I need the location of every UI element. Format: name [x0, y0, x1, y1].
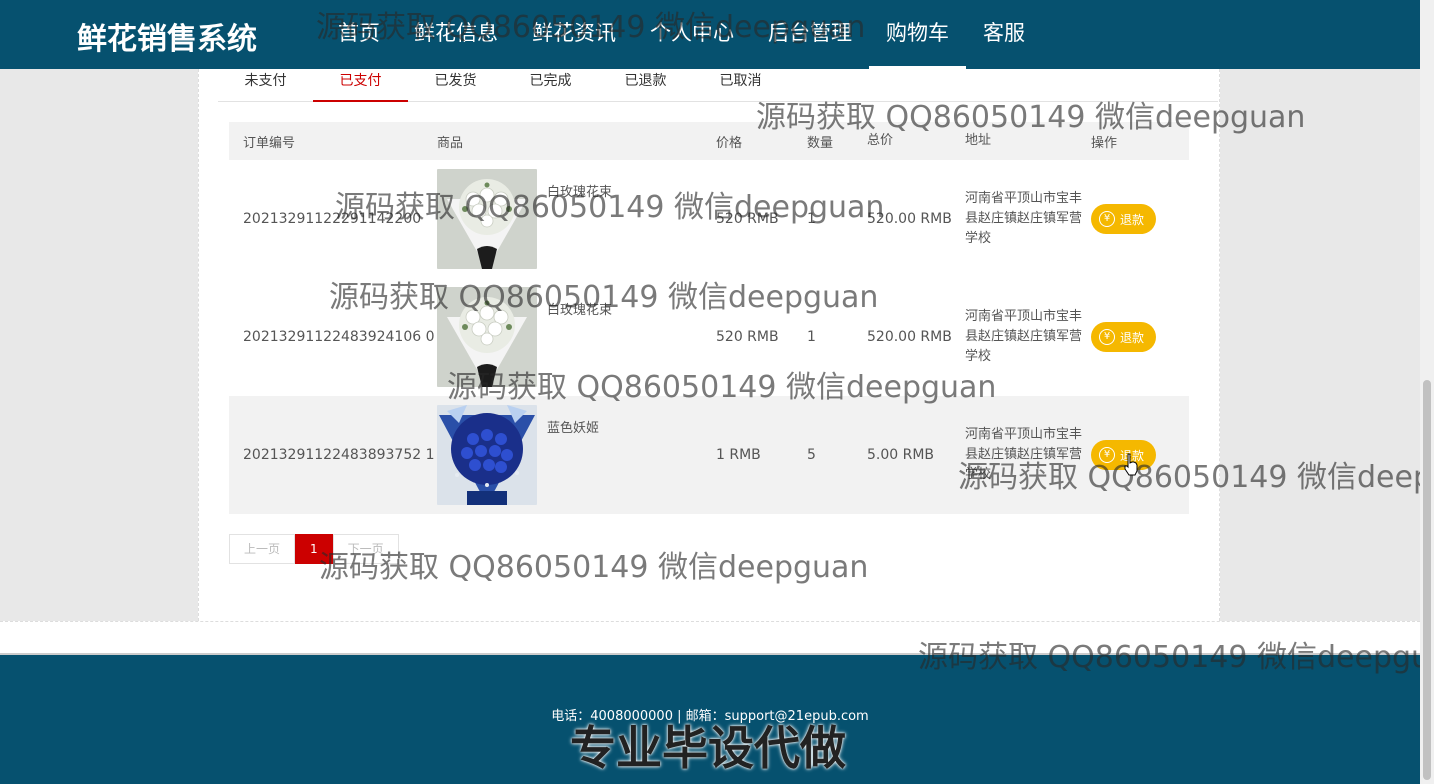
total-price: 520.00 RMB [867, 329, 952, 345]
price: 520 RMB [716, 329, 779, 345]
product-cell: 白玫瑰花束 [437, 169, 716, 269]
nav-service[interactable]: 客服 [966, 0, 1042, 69]
scrollbar-thumb[interactable] [1423, 380, 1431, 780]
tab-completed[interactable]: 已完成 [503, 69, 598, 101]
product-cell: 蓝色妖姬 [437, 405, 716, 505]
yen-icon: ¥ [1099, 211, 1115, 227]
order-number: 20213291122483893752 1 [243, 447, 435, 463]
price: 1 RMB [716, 447, 761, 463]
top-nav-bar: 鲜花销售系统 首页 鲜花信息 鲜花资讯 个人中心 后台管理 购物车 客服 [0, 0, 1420, 69]
page-scrollbar[interactable] [1420, 0, 1434, 784]
table-header: 订单编号 商品 价格 数量 总价 地址 操作 [229, 122, 1189, 160]
tab-cancelled[interactable]: 已取消 [693, 69, 788, 101]
col-order-no: 订单编号 [243, 135, 296, 151]
nav-admin[interactable]: 后台管理 [751, 0, 869, 69]
product-name[interactable]: 白玫瑰花束 [547, 181, 612, 200]
next-page-button[interactable]: 下一页 [332, 534, 399, 564]
site-brand[interactable]: 鲜花销售系统 [77, 14, 257, 58]
action-cell: ¥ 退款 [1091, 440, 1189, 470]
product-image-blue-enchantress[interactable] [437, 405, 537, 505]
address: 河南省平顶山市宝丰县赵庄镇赵庄镇军营学校 [965, 309, 1083, 364]
product-name[interactable]: 蓝色妖姬 [547, 417, 599, 436]
pagination: 上一页 1 下一页 [229, 534, 399, 564]
order-number: 20213291122483924106 0 [243, 329, 435, 345]
col-address: 地址 [965, 133, 992, 148]
quantity: 1 [807, 329, 816, 345]
refund-label: 退款 [1120, 212, 1145, 227]
price: 520 RMB [716, 211, 779, 227]
product-image-white-rose[interactable] [437, 169, 537, 269]
refund-button[interactable]: ¥ 退款 [1091, 204, 1157, 234]
col-product: 商品 [437, 135, 464, 151]
order-number: 20213291122291142200 [243, 211, 422, 227]
page-1-button[interactable]: 1 [295, 534, 333, 564]
table-row: 20213291122483924106 0 白玫瑰花束 520 RMB 1 5… [229, 278, 1189, 396]
col-qty: 数量 [807, 135, 834, 151]
product-cell: 白玫瑰花束 [437, 287, 716, 387]
product-name[interactable]: 白玫瑰花束 [547, 299, 612, 318]
nav-flower-info[interactable]: 鲜花信息 [397, 0, 515, 69]
order-status-tabs: 未支付 已支付 已发货 已完成 已退款 已取消 [218, 69, 1218, 102]
tab-refunded[interactable]: 已退款 [598, 69, 693, 101]
nav-profile[interactable]: 个人中心 [633, 0, 751, 69]
yen-icon: ¥ [1099, 447, 1115, 463]
nav-home[interactable]: 首页 [321, 0, 397, 69]
tab-paid[interactable]: 已支付 [313, 69, 408, 102]
col-total: 总价 [867, 133, 894, 148]
product-image-white-rose[interactable] [437, 287, 537, 387]
footer-spacer [0, 621, 1420, 653]
nav-cart[interactable]: 购物车 [869, 0, 966, 69]
hand-cursor-icon [1124, 453, 1138, 476]
address: 河南省平顶山市宝丰县赵庄镇赵庄镇军营学校 [965, 191, 1083, 246]
nav-flower-news[interactable]: 鲜花资讯 [515, 0, 633, 69]
tab-shipped[interactable]: 已发货 [408, 69, 503, 101]
table-row: 20213291122291142200 白玫瑰花束 520 RMB 1 520… [229, 160, 1189, 278]
action-cell: ¥ 退款 [1091, 322, 1189, 352]
prev-page-button[interactable]: 上一页 [229, 534, 296, 564]
order-table: 订单编号 商品 价格 数量 总价 地址 操作 20213291122291142… [229, 122, 1189, 514]
refund-label: 退款 [1120, 330, 1145, 345]
total-price: 5.00 RMB [867, 447, 935, 463]
yen-icon: ¥ [1099, 329, 1115, 345]
col-action: 操作 [1091, 135, 1118, 151]
col-price: 价格 [716, 135, 743, 151]
total-price: 520.00 RMB [867, 211, 952, 227]
action-cell: ¥ 退款 [1091, 204, 1189, 234]
quantity: 1 [807, 211, 816, 227]
watermark-banner: 专业毕设代做 [570, 721, 846, 775]
address: 河南省平顶山市宝丰县赵庄镇赵庄镇军营学校 [965, 427, 1083, 482]
main-nav: 首页 鲜花信息 鲜花资讯 个人中心 后台管理 购物车 客服 [321, 0, 1042, 69]
table-row: 20213291122483893752 1 蓝色妖姬 1 RMB 5 5.00… [229, 396, 1189, 514]
refund-button[interactable]: ¥ 退款 [1091, 322, 1157, 352]
quantity: 5 [807, 447, 816, 463]
tab-unpaid[interactable]: 未支付 [218, 69, 313, 101]
